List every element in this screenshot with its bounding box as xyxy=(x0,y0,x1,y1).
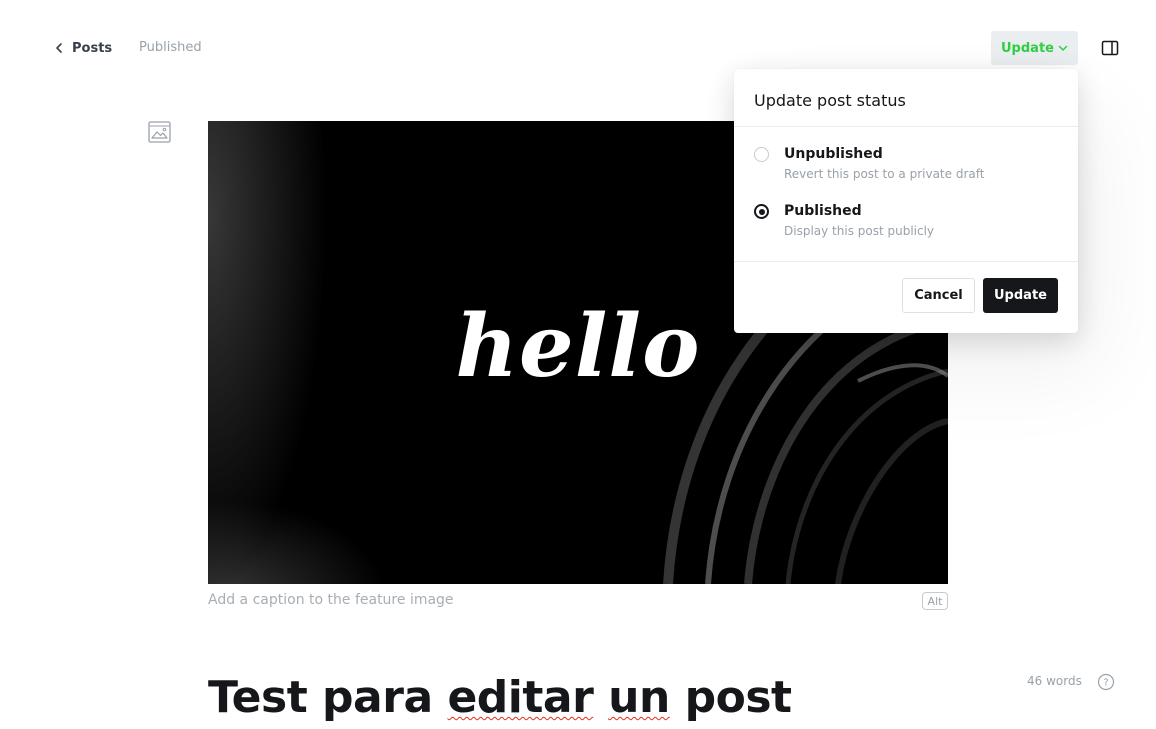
popover-title: Update post status xyxy=(754,91,906,110)
alt-text-button[interactable]: Alt xyxy=(922,592,948,610)
back-link-label: Posts xyxy=(72,40,113,56)
option-unpublished-label: Unpublished xyxy=(784,146,883,162)
option-unpublished[interactable]: Unpublished Revert this post to a privat… xyxy=(754,146,1054,187)
feature-image-caption-input[interactable]: Add a caption to the feature image xyxy=(208,592,454,608)
chevron-down-icon xyxy=(1058,45,1068,51)
title-part-2: editar xyxy=(447,672,594,723)
title-part-4: un xyxy=(608,672,670,723)
title-part-1: Test para xyxy=(208,672,448,723)
option-unpublished-description: Revert this post to a private draft xyxy=(784,167,985,181)
word-count: 46 words xyxy=(1027,674,1082,688)
sidebar-toggle-icon[interactable] xyxy=(1100,38,1120,58)
image-icon[interactable] xyxy=(147,120,173,144)
title-part-3 xyxy=(593,672,608,723)
question-circle-icon[interactable]: ? xyxy=(1097,673,1115,691)
post-title[interactable]: Test para editar un post xyxy=(208,672,792,723)
update-dropdown-button[interactable]: Update xyxy=(991,31,1078,65)
post-status-label: Published xyxy=(139,40,202,55)
option-published[interactable]: Published Display this post publicly xyxy=(754,203,1054,244)
update-status-popover: Update post status Unpublished Revert th… xyxy=(734,69,1078,333)
help-icon-glyph: ? xyxy=(1103,678,1108,689)
cancel-button[interactable]: Cancel xyxy=(902,278,975,313)
radio-unpublished[interactable] xyxy=(754,147,769,162)
popover-divider-bottom xyxy=(734,261,1078,262)
update-dropdown-label: Update xyxy=(1001,40,1054,56)
chevron-left-icon xyxy=(56,43,62,53)
title-part-5: post xyxy=(669,672,792,723)
back-to-posts-link[interactable]: Posts xyxy=(54,38,112,58)
option-published-description: Display this post publicly xyxy=(784,224,935,238)
option-published-label: Published xyxy=(784,203,862,219)
popover-divider-top xyxy=(734,126,1078,127)
confirm-update-button[interactable]: Update xyxy=(983,278,1058,313)
radio-published[interactable] xyxy=(754,204,769,219)
